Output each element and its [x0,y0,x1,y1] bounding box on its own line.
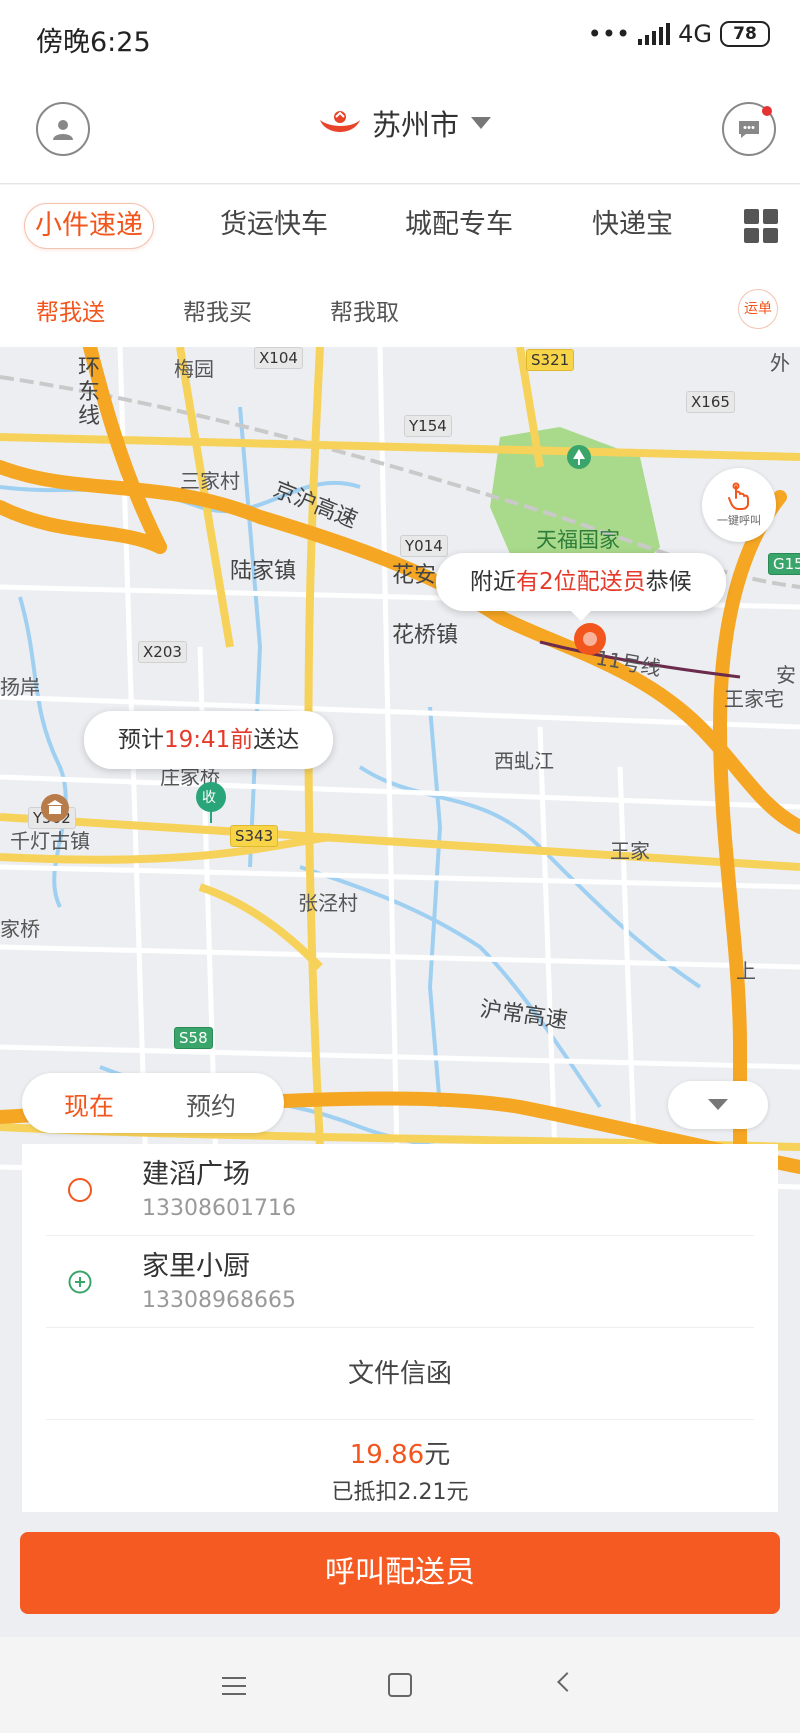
eta-suffix: 送达 [253,727,300,753]
eta-time: 19:41前 [164,727,254,753]
unread-dot [762,106,772,116]
road-code-g15: G15 [768,553,800,575]
receiver-address-row[interactable]: 家里小厨 13308968665 [46,1236,754,1328]
road-code-s58: S58 [174,1027,213,1049]
map-label-shang: 上 [736,959,756,983]
map-label-meiyuan: 梅园 [174,357,214,381]
menu-icon[interactable] [222,1677,246,1697]
collapse-map-button[interactable] [668,1081,768,1129]
map-label-lujiazhen: 陆家镇 [230,559,297,584]
road-code-x104: X104 [254,347,303,369]
sender-circle-icon [68,1178,92,1202]
tab-send-for-me[interactable]: 帮我送 [36,293,105,327]
road-code-s321: S321 [526,349,575,371]
triangle-down-icon [708,1099,728,1110]
price-display[interactable]: 19.86元 [22,1434,778,1471]
road-code-s343: S343 [230,825,279,847]
price-amount: 19.86 [349,1440,425,1470]
nearby-couriers-bubble: 附近有2位配送员恭候 [436,553,726,621]
map-label-huaqiaozhen: 花桥镇 [392,623,459,648]
map-label-zhangjingcun: 张泾村 [298,891,358,915]
road-code-x165: X165 [686,391,735,413]
nearby-prefix: 附近 [470,569,516,595]
road-code-x203: X203 [138,641,187,663]
city-selector[interactable]: 苏州市 [316,102,492,144]
map-label-an: 安 [776,663,796,687]
messages-button[interactable] [722,102,776,156]
orders-button[interactable]: 运单 [738,289,778,329]
receiver-plus-icon [68,1270,92,1294]
map-label-wangjiazhai: 王家宅 [724,687,784,711]
road-code-y014: Y014 [400,535,448,557]
user-icon [53,120,73,140]
nearby-suffix: 恭候 [645,569,692,595]
profile-button[interactable] [36,102,90,156]
back-icon[interactable] [557,1672,577,1692]
sender-pin-icon [574,623,606,655]
map-label-huandongxian: 环东线 [78,356,101,429]
hand-pointer-icon [728,482,749,510]
status-bar: 傍晚6:25 ••• 4G 78 [0,0,800,76]
tab-express-bao[interactable]: 快递宝 [592,203,673,249]
map-label-xihongjiang: 西虬江 [494,749,554,773]
tab-freight-express[interactable]: 货运快车 [220,203,328,249]
order-card: 建滔广场 13308601716 家里小厨 13308968665 文件信函 1… [22,1144,778,1512]
sender-address-row[interactable]: 建滔广场 13308601716 [46,1144,754,1236]
battery-icon: 78 [720,21,770,47]
map-label-qiandeng: 千灯古镇 [10,829,90,853]
sub-tabs: 帮我送 帮我买 帮我取 运单 [0,271,800,347]
app-header: 苏州市 [0,76,800,184]
map-label-jiajiaqiao: 家桥 [0,917,40,941]
map-label-huaan: 花安 [392,563,437,588]
tab-pick-for-me[interactable]: 帮我取 [330,293,399,327]
call-courier-button[interactable]: 呼叫配送员 [20,1532,780,1614]
one-key-call-button[interactable]: 一键呼叫 [702,468,776,542]
map-label-wai: 外 [770,351,790,375]
time-mode-toggle: 现在 预约 [22,1073,284,1133]
city-name: 苏州市 [372,108,460,142]
eta-bubble: 预计19:41前送达 [84,711,334,769]
tab-buy-for-me[interactable]: 帮我买 [183,293,252,327]
status-icons: ••• 4G 78 [588,20,770,48]
home-icon[interactable] [388,1673,412,1697]
map-label-yangan: 扬岸 [0,675,40,699]
sender-name: 建滔广场 [142,1159,250,1190]
road-code-y154: Y154 [404,415,452,437]
tab-city-delivery[interactable]: 城配专车 [405,203,513,249]
receiver-name: 家里小厨 [142,1251,250,1282]
receiver-phone: 13308968665 [142,1288,296,1313]
signal-icon [638,23,671,45]
more-dots-icon: ••• [587,20,631,48]
network-type: 4G [678,20,712,48]
service-tabs: 小件速递 货运快车 城配专车 快递宝 [0,185,800,271]
park-pin-icon [567,445,591,469]
map-label-wangjia: 王家 [610,839,650,863]
one-key-call-label: 一键呼叫 [717,514,761,527]
item-type-selector[interactable]: 文件信函 [46,1328,754,1420]
tab-small-parcel[interactable]: 小件速递 [24,203,154,249]
receiver-pin-label: 收 [202,790,216,806]
landmark-icon [41,794,69,822]
mode-reserve[interactable]: 预约 [186,1087,236,1123]
chat-bubble-icon [739,121,759,138]
price-unit: 元 [424,1440,451,1470]
app-logo-icon [320,111,360,132]
system-nav-bar [0,1637,800,1733]
eta-prefix: 预计 [118,727,164,753]
nearby-highlight: 有2位配送员 [516,569,646,595]
sender-phone: 13308601716 [142,1196,296,1221]
mode-now[interactable]: 现在 [64,1087,114,1123]
discount-text: 已抵扣2.21元 [331,1480,469,1505]
chevron-down-icon [471,117,492,129]
map-label-sanjiacun: 三家村 [180,469,240,493]
status-time: 傍晚6:25 [36,27,151,58]
grid-menu-icon[interactable] [744,209,778,243]
